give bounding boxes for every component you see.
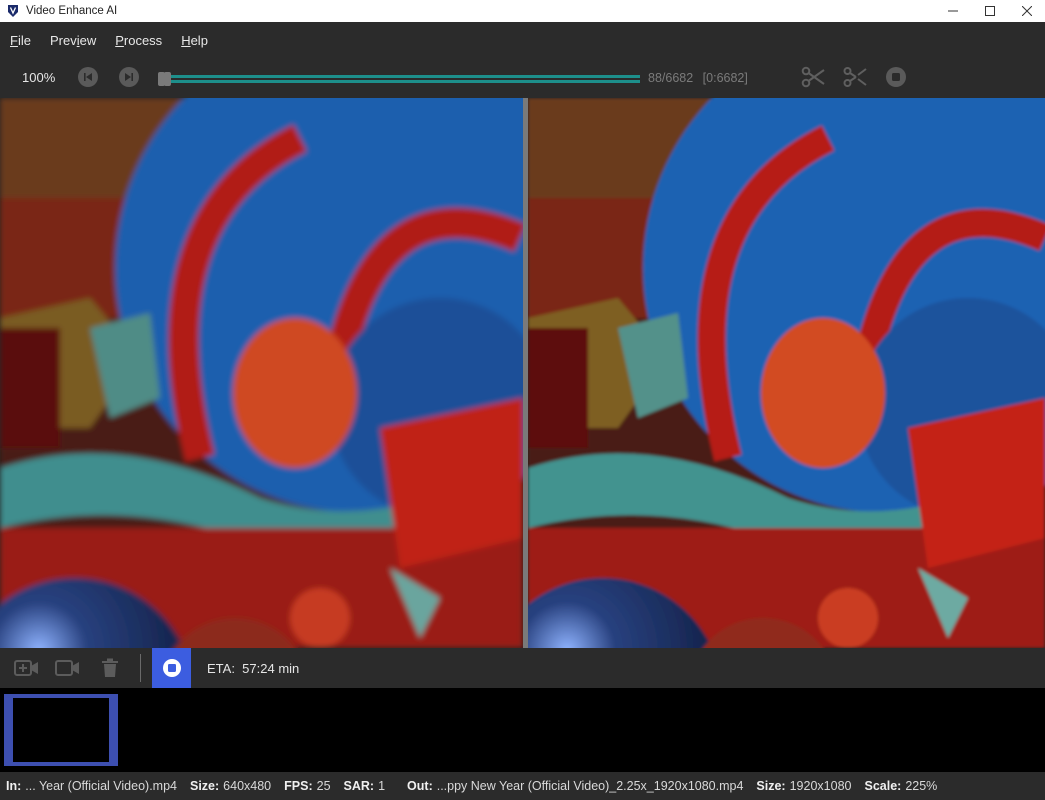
input-size-label: Size: [189,779,220,793]
menu-file[interactable]: File [4,33,37,48]
menu-help[interactable]: Help [175,33,214,48]
zoom-level[interactable]: 100% [22,70,55,85]
title-bar: Video Enhance AI [0,0,1045,22]
thumbnail-image [13,698,109,762]
output-size-value: 1920x1080 [789,779,852,793]
scale-label: Scale: [864,779,902,793]
toolbar-separator [140,654,141,682]
menu-preview[interactable]: Preview [44,33,102,48]
app-window: Video Enhance AI File Preview Process He… [0,0,1045,800]
fps-value: 25 [316,779,331,793]
skip-forward-icon [125,73,133,81]
preview-area [0,98,1045,648]
add-video-icon [14,660,38,676]
eta-value: 57:24 min [242,661,300,676]
delete-button[interactable] [97,658,123,678]
menu-bar: File Preview Process Help [0,22,1045,58]
split-icon [843,67,867,87]
minimize-icon [947,10,958,12]
preview-toolbar: 100% 88/6682 [0:6682] [0,58,1045,98]
frame-counter: 88/6682 [0:6682] [648,71,748,85]
menu-help-label: Help [181,32,208,48]
window-title: Video Enhance AI [26,5,118,17]
video-thumbnail[interactable] [4,694,118,766]
original-preview[interactable] [0,98,523,648]
stop-process-button[interactable] [152,648,191,688]
next-frame-button[interactable] [119,67,139,87]
trash-icon [102,658,118,677]
close-button[interactable] [1008,0,1045,22]
enhanced-preview[interactable] [528,98,1045,648]
video-settings-button[interactable] [55,658,81,678]
scissors-icon [801,66,825,88]
output-size-label: Size: [756,779,786,793]
status-bar: In: ... Year (Official Video).mp4 Size: … [0,772,1045,800]
previous-frame-button[interactable] [78,67,98,87]
timeline-slider[interactable] [158,72,640,86]
eta-display: ETA: 57:24 min [207,661,299,676]
output-filename: ...ppy New Year (Official Video)_2.25x_1… [436,779,744,793]
close-icon [1021,6,1032,16]
app-logo-icon [8,5,18,17]
stop-icon [162,659,181,677]
skip-back-icon [84,73,92,81]
menu-process-label: Process [115,32,163,48]
input-size-value: 640x480 [223,779,272,793]
menu-file-label: File [10,32,31,48]
maximize-icon [984,6,995,16]
frame-range: [0:6682] [702,71,748,85]
menu-preview-label: Preview [49,32,97,48]
cut-button[interactable] [801,66,827,93]
sar-value: 1 [378,779,386,793]
menu-process[interactable]: Process [109,33,168,48]
process-bar: ETA: 57:24 min [0,648,1045,688]
stop-preview-button[interactable] [886,67,906,87]
enhanced-frame-image [528,98,1045,648]
video-camera-icon [55,660,79,676]
scale-value: 225% [905,779,938,793]
maximize-button[interactable] [971,0,1008,22]
add-video-button[interactable] [14,658,40,678]
input-label: In: [6,779,22,793]
eta-label: ETA: [207,661,235,676]
split-button[interactable] [843,66,869,93]
fps-label: FPS: [284,779,313,793]
stop-icon [892,73,900,81]
timeline-track [158,75,640,83]
original-frame-image [0,98,523,648]
sar-label: SAR: [343,779,375,793]
input-filename: ... Year (Official Video).mp4 [25,779,177,793]
video-queue [0,688,1045,772]
minimize-button[interactable] [934,0,971,22]
output-label: Out: [407,779,433,793]
frame-current: 88/6682 [648,71,694,85]
timeline-current-handle[interactable] [164,72,171,86]
window-controls [934,0,1045,22]
